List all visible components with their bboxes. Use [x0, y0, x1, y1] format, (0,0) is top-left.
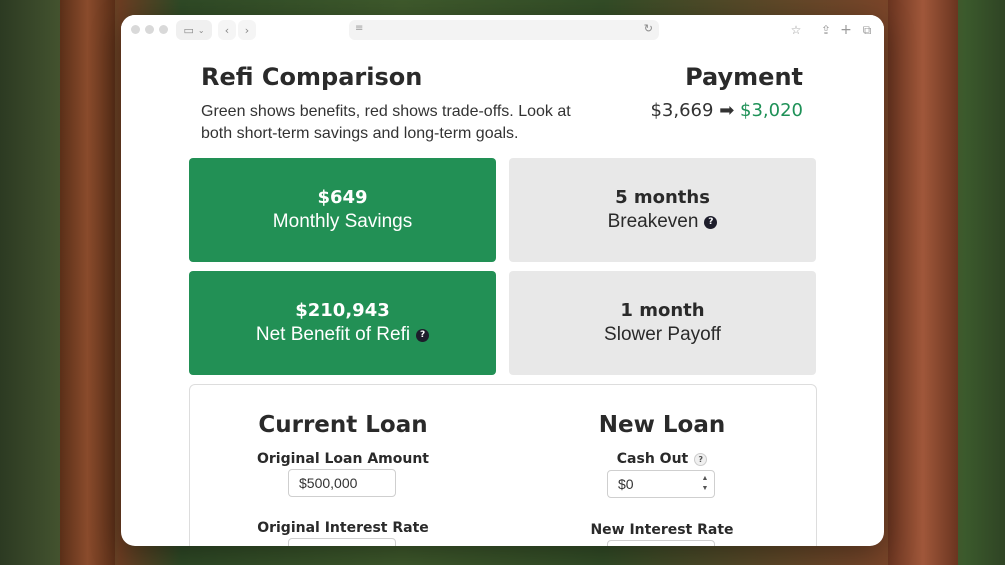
back-button[interactable]: ‹	[218, 20, 236, 40]
cash-out-input[interactable]: $0 ▲ ▼	[607, 470, 715, 498]
card-monthly-savings: $649 Monthly Savings	[189, 158, 496, 262]
back-icon: ‹	[224, 23, 230, 37]
minimize-window-button[interactable]	[145, 25, 154, 34]
loan-input-panel: Current Loan Original Loan Amount $500,0…	[189, 384, 817, 546]
original-interest-rate-label: Original Interest Rate	[257, 520, 429, 536]
forward-button[interactable]: ›	[238, 20, 256, 40]
cash-out-label: Cash Out?	[512, 451, 812, 467]
new-interest-rate-input[interactable]	[607, 540, 715, 546]
payment-comparison: $3,669 ➡ $3,020	[650, 100, 803, 121]
payment-old: $3,669	[650, 100, 714, 121]
stepper-down-icon[interactable]: ▼	[702, 484, 709, 494]
new-loan-heading: New Loan	[598, 412, 726, 438]
browser-toolbar: ▭ ⌄ ‹ › ≡ ↻ ☆ ⇪ + ⧉	[121, 15, 884, 45]
share-icon[interactable]: ⇪	[817, 21, 835, 39]
tabs-overview-icon[interactable]: ⧉	[858, 21, 876, 39]
page-title: Refi Comparison	[201, 63, 423, 91]
number-stepper[interactable]: ▲ ▼	[700, 474, 710, 494]
reload-icon[interactable]: ↻	[644, 22, 653, 35]
tree-trunk-right	[888, 0, 958, 565]
payment-heading: Payment	[685, 63, 803, 91]
card-label: Breakeven	[607, 211, 699, 232]
star-icon[interactable]: ☆	[787, 21, 805, 39]
arrow-right-icon: ➡	[719, 100, 735, 121]
sidebar-toggle-button[interactable]: ▭ ⌄	[176, 20, 212, 40]
forward-icon: ›	[244, 23, 250, 37]
browser-window: ▭ ⌄ ‹ › ≡ ↻ ☆ ⇪ + ⧉ Refi Comparison Green…	[121, 15, 884, 546]
original-interest-rate-input[interactable]	[288, 538, 396, 546]
original-loan-amount-label: Original Loan Amount	[256, 451, 429, 467]
help-icon[interactable]: ?	[416, 328, 430, 342]
new-tab-icon[interactable]: +	[837, 21, 855, 39]
card-value: 1 month	[620, 300, 705, 321]
sidebar-icon: ▭	[183, 23, 194, 37]
original-loan-amount-input[interactable]: $500,000	[288, 469, 396, 497]
zoom-window-button[interactable]	[159, 25, 168, 34]
address-bar[interactable]: ≡ ↻	[349, 20, 659, 40]
help-icon[interactable]: ?	[694, 452, 708, 466]
card-slower-payoff: 1 month Slower Payoff	[509, 271, 816, 375]
current-loan-heading: Current Loan	[258, 412, 428, 438]
tree-trunk-left	[60, 0, 115, 565]
help-icon[interactable]: ?	[704, 215, 718, 229]
card-net-benefit: $210,943 Net Benefit of Refi?	[189, 271, 496, 375]
card-label: Monthly Savings	[272, 211, 413, 232]
payment-new: $3,020	[740, 100, 803, 121]
site-settings-icon[interactable]: ≡	[355, 23, 363, 34]
card-breakeven: 5 months Breakeven?	[509, 158, 816, 262]
card-value: $210,943	[295, 300, 390, 321]
card-value: $649	[317, 187, 368, 208]
new-interest-rate-label: New Interest Rate	[590, 522, 734, 538]
close-window-button[interactable]	[131, 25, 140, 34]
card-label: Net Benefit of Refi	[255, 324, 411, 345]
card-label: Slower Payoff	[604, 324, 721, 345]
card-value: 5 months	[615, 187, 710, 208]
stepper-up-icon[interactable]: ▲	[702, 474, 709, 484]
chevron-down-icon: ⌄	[197, 25, 205, 35]
page-subtitle: Green shows benefits, red shows trade-of…	[201, 103, 571, 142]
